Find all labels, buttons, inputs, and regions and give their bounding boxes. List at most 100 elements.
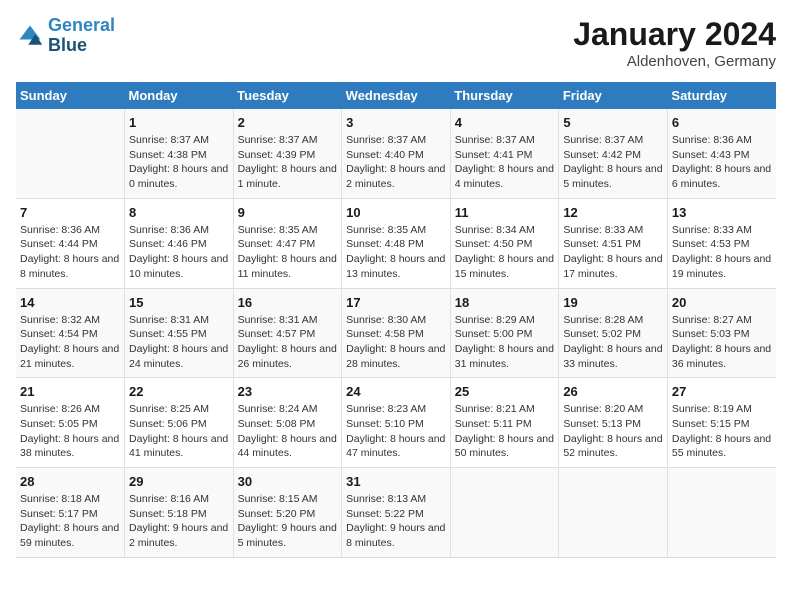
daylight-text: Daylight: 9 hours and 5 minutes. bbox=[238, 521, 338, 550]
calendar-cell: 13Sunrise: 8:33 AMSunset: 4:53 PMDayligh… bbox=[667, 198, 776, 288]
sunset-text: Sunset: 5:15 PM bbox=[672, 417, 772, 432]
sunset-text: Sunset: 5:10 PM bbox=[346, 417, 446, 432]
day-number: 29 bbox=[129, 474, 229, 489]
calendar-cell: 31Sunrise: 8:13 AMSunset: 5:22 PMDayligh… bbox=[342, 468, 451, 558]
daylight-text: Daylight: 8 hours and 33 minutes. bbox=[563, 342, 663, 371]
sunrise-text: Sunrise: 8:24 AM bbox=[238, 402, 338, 417]
day-info: Sunrise: 8:24 AMSunset: 5:08 PMDaylight:… bbox=[238, 402, 338, 461]
header-friday: Friday bbox=[559, 82, 668, 109]
week-row-2: 7Sunrise: 8:36 AMSunset: 4:44 PMDaylight… bbox=[16, 198, 776, 288]
day-info: Sunrise: 8:23 AMSunset: 5:10 PMDaylight:… bbox=[346, 402, 446, 461]
daylight-text: Daylight: 8 hours and 21 minutes. bbox=[20, 342, 120, 371]
day-number: 12 bbox=[563, 205, 663, 220]
sunset-text: Sunset: 4:43 PM bbox=[672, 148, 772, 163]
daylight-text: Daylight: 8 hours and 36 minutes. bbox=[672, 342, 772, 371]
daylight-text: Daylight: 8 hours and 52 minutes. bbox=[563, 432, 663, 461]
daylight-text: Daylight: 8 hours and 0 minutes. bbox=[129, 162, 229, 191]
day-info: Sunrise: 8:34 AMSunset: 4:50 PMDaylight:… bbox=[455, 223, 555, 282]
calendar-cell: 11Sunrise: 8:34 AMSunset: 4:50 PMDayligh… bbox=[450, 198, 559, 288]
sunrise-text: Sunrise: 8:36 AM bbox=[129, 223, 229, 238]
day-info: Sunrise: 8:21 AMSunset: 5:11 PMDaylight:… bbox=[455, 402, 555, 461]
sunrise-text: Sunrise: 8:28 AM bbox=[563, 313, 663, 328]
sunrise-text: Sunrise: 8:26 AM bbox=[20, 402, 120, 417]
sunrise-text: Sunrise: 8:31 AM bbox=[129, 313, 229, 328]
day-info: Sunrise: 8:25 AMSunset: 5:06 PMDaylight:… bbox=[129, 402, 229, 461]
calendar-cell: 8Sunrise: 8:36 AMSunset: 4:46 PMDaylight… bbox=[125, 198, 234, 288]
sunrise-text: Sunrise: 8:32 AM bbox=[20, 313, 120, 328]
calendar-cell: 16Sunrise: 8:31 AMSunset: 4:57 PMDayligh… bbox=[233, 288, 342, 378]
day-info: Sunrise: 8:30 AMSunset: 4:58 PMDaylight:… bbox=[346, 313, 446, 372]
calendar-cell: 24 Sunrise: 8:23 AMSunset: 5:10 PMDayligh… bbox=[342, 378, 451, 468]
day-number: 9 bbox=[238, 205, 338, 220]
sunrise-text: Sunrise: 8:16 AM bbox=[129, 492, 229, 507]
header-monday: Monday bbox=[125, 82, 234, 109]
calendar-cell: 10Sunrise: 8:35 AMSunset: 4:48 PMDayligh… bbox=[342, 198, 451, 288]
logo-icon bbox=[16, 22, 44, 50]
day-number: 1 bbox=[129, 115, 229, 130]
daylight-text: Daylight: 8 hours and 17 minutes. bbox=[563, 252, 663, 281]
sunset-text: Sunset: 4:50 PM bbox=[455, 237, 555, 252]
sunrise-text: Sunrise: 8:15 AM bbox=[238, 492, 338, 507]
daylight-text: Daylight: 8 hours and 44 minutes. bbox=[238, 432, 338, 461]
sunset-text: Sunset: 5:00 PM bbox=[455, 327, 555, 342]
sunrise-text: Sunrise: 8:19 AM bbox=[672, 402, 772, 417]
daylight-text: Daylight: 8 hours and 55 minutes. bbox=[672, 432, 772, 461]
header-wednesday: Wednesday bbox=[342, 82, 451, 109]
sunrise-text: Sunrise: 8:36 AM bbox=[672, 133, 772, 148]
day-info: Sunrise: 8:37 AMSunset: 4:38 PMDaylight:… bbox=[129, 133, 229, 192]
daylight-text: Daylight: 8 hours and 4 minutes. bbox=[455, 162, 555, 191]
calendar-cell: 26Sunrise: 8:20 AMSunset: 5:13 PMDayligh… bbox=[559, 378, 668, 468]
sunset-text: Sunset: 4:58 PM bbox=[346, 327, 446, 342]
sunset-text: Sunset: 4:41 PM bbox=[455, 148, 555, 163]
daylight-text: Daylight: 8 hours and 38 minutes. bbox=[20, 432, 120, 461]
day-number: 16 bbox=[238, 295, 338, 310]
day-info: Sunrise: 8:32 AMSunset: 4:54 PMDaylight:… bbox=[20, 313, 120, 372]
sunrise-text: Sunrise: 8:20 AM bbox=[563, 402, 663, 417]
daylight-text: Daylight: 8 hours and 6 minutes. bbox=[672, 162, 772, 191]
day-number: 22 bbox=[129, 384, 229, 399]
sunrise-text: Sunrise: 8:23 AM bbox=[346, 402, 446, 417]
daylight-text: Daylight: 8 hours and 2 minutes. bbox=[346, 162, 446, 191]
sunset-text: Sunset: 5:18 PM bbox=[129, 507, 229, 522]
day-number: 4 bbox=[455, 115, 555, 130]
sunrise-text: Sunrise: 8:35 AM bbox=[346, 223, 446, 238]
sunrise-text: Sunrise: 8:36 AM bbox=[20, 223, 120, 238]
day-number: 7 bbox=[20, 205, 120, 220]
sunset-text: Sunset: 5:17 PM bbox=[20, 507, 120, 522]
sunrise-text: Sunrise: 8:34 AM bbox=[455, 223, 555, 238]
calendar-cell: 27Sunrise: 8:19 AMSunset: 5:15 PMDayligh… bbox=[667, 378, 776, 468]
day-info: Sunrise: 8:37 AMSunset: 4:40 PMDaylight:… bbox=[346, 133, 446, 192]
day-number: 24 bbox=[346, 384, 446, 399]
daylight-text: Daylight: 8 hours and 10 minutes. bbox=[129, 252, 229, 281]
sunset-text: Sunset: 4:57 PM bbox=[238, 327, 338, 342]
sunset-text: Sunset: 5:02 PM bbox=[563, 327, 663, 342]
sunset-text: Sunset: 4:55 PM bbox=[129, 327, 229, 342]
calendar-cell: 1 Sunrise: 8:37 AMSunset: 4:38 PMDaylight… bbox=[125, 109, 234, 198]
sunrise-text: Sunrise: 8:37 AM bbox=[563, 133, 663, 148]
day-info: Sunrise: 8:27 AMSunset: 5:03 PMDaylight:… bbox=[672, 313, 772, 372]
sunrise-text: Sunrise: 8:21 AM bbox=[455, 402, 555, 417]
sunset-text: Sunset: 4:44 PM bbox=[20, 237, 120, 252]
sunset-text: Sunset: 4:53 PM bbox=[672, 237, 772, 252]
daylight-text: Daylight: 9 hours and 2 minutes. bbox=[129, 521, 229, 550]
day-number: 26 bbox=[563, 384, 663, 399]
calendar-cell bbox=[559, 468, 668, 558]
daylight-text: Daylight: 8 hours and 59 minutes. bbox=[20, 521, 120, 550]
daylight-text: Daylight: 8 hours and 28 minutes. bbox=[346, 342, 446, 371]
sunset-text: Sunset: 5:22 PM bbox=[346, 507, 446, 522]
day-number: 21 bbox=[20, 384, 120, 399]
day-info: Sunrise: 8:33 AMSunset: 4:53 PMDaylight:… bbox=[672, 223, 772, 282]
sunrise-text: Sunrise: 8:18 AM bbox=[20, 492, 120, 507]
calendar-cell: 29 Sunrise: 8:16 AMSunset: 5:18 PMDayligh… bbox=[125, 468, 234, 558]
day-info: Sunrise: 8:37 AMSunset: 4:41 PMDaylight:… bbox=[455, 133, 555, 192]
day-number: 15 bbox=[129, 295, 229, 310]
day-info: Sunrise: 8:36 AMSunset: 4:43 PMDaylight:… bbox=[672, 133, 772, 192]
calendar-cell: 23Sunrise: 8:24 AMSunset: 5:08 PMDayligh… bbox=[233, 378, 342, 468]
day-info: Sunrise: 8:16 AMSunset: 5:18 PMDaylight:… bbox=[129, 492, 229, 551]
day-number: 30 bbox=[238, 474, 338, 489]
sunrise-text: Sunrise: 8:29 AM bbox=[455, 313, 555, 328]
title-block: January 2024 Aldenhoven, Germany bbox=[573, 16, 776, 70]
calendar-cell: 5Sunrise: 8:37 AMSunset: 4:42 PMDaylight… bbox=[559, 109, 668, 198]
day-info: Sunrise: 8:33 AMSunset: 4:51 PMDaylight:… bbox=[563, 223, 663, 282]
sunset-text: Sunset: 4:48 PM bbox=[346, 237, 446, 252]
